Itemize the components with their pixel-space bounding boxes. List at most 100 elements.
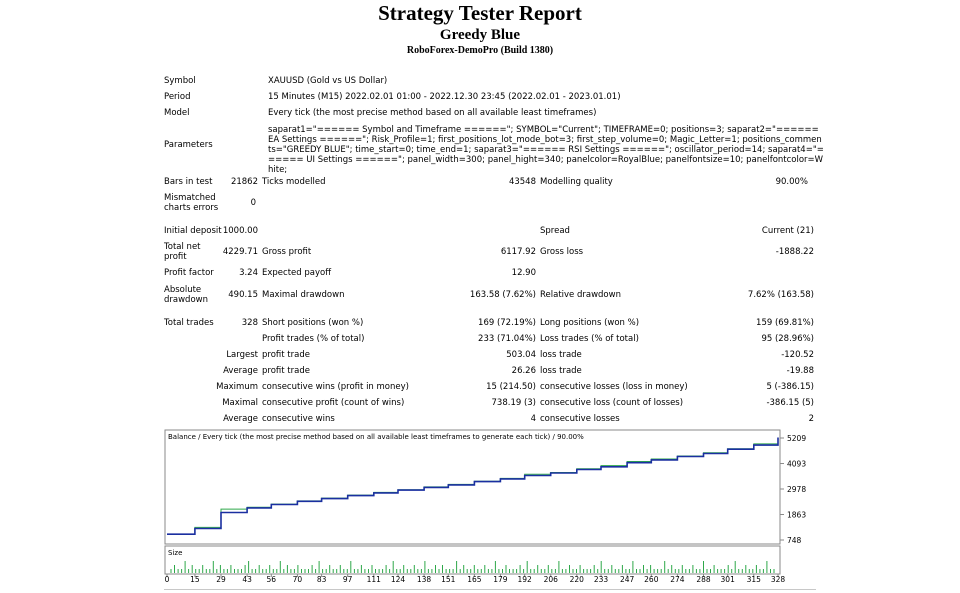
maximum-label: Maximum — [216, 382, 258, 392]
maximal-label: Maximal — [222, 398, 258, 408]
xtick-label: 0 — [165, 575, 170, 583]
xtick-label: 111 — [367, 575, 382, 583]
average-loss-label: loss trade — [540, 366, 582, 376]
ticks-value: 43548 — [508, 177, 536, 187]
ticks-label: Ticks modelled — [262, 177, 326, 187]
grossprofit-value: 6117.92 — [500, 247, 536, 257]
long-label: Long positions (won %) — [540, 318, 640, 328]
largest-profit-value: 503.04 — [506, 350, 536, 360]
xtick-label: 70 — [293, 575, 303, 583]
ytick-label: 2978 — [787, 485, 806, 494]
ytick-label: 4093 — [787, 460, 806, 469]
grossloss-value: -1888.22 — [775, 247, 814, 257]
xtick-label: 124 — [391, 575, 406, 583]
short-value: 169 (72.19%) — [478, 318, 536, 328]
max-wins-label: consecutive wins (profit in money) — [262, 382, 409, 392]
xtick-label: 192 — [517, 575, 532, 583]
avg-losses-value: 2 — [808, 414, 814, 424]
spread-value: Current (21) — [761, 226, 814, 236]
long-value: 159 (69.81%) — [756, 318, 814, 328]
payoff-label: Expected payoff — [262, 268, 332, 278]
xtick-label: 43 — [242, 575, 252, 583]
maxdd-label: Maximal drawdown — [262, 290, 345, 300]
payoff-value: 12.90 — [511, 268, 536, 278]
netprofit-value: 4229.71 — [222, 247, 258, 257]
xtick-label: 233 — [594, 575, 609, 583]
mismatched-value: 0 — [250, 198, 256, 208]
avg-wins-value: 4 — [530, 414, 536, 424]
largest-loss-value: -120.52 — [781, 350, 814, 360]
spread-label: Spread — [540, 226, 570, 236]
bars-value: 21862 — [230, 177, 258, 187]
balance-plot-frame — [164, 429, 781, 545]
absdd-value: 490.15 — [228, 290, 258, 300]
netprofit-label-1: Total net — [164, 242, 201, 252]
symbol-value: XAUUSD (Gold vs US Dollar) — [268, 76, 388, 86]
quality-value: 90.00% — [775, 177, 808, 187]
max-wins-value: 15 (214.50) — [486, 382, 536, 392]
xtick-label: 315 — [747, 575, 762, 583]
largest-label: Largest — [226, 350, 258, 360]
xtick-label: 288 — [696, 575, 711, 583]
absdd-label-2: drawdown — [164, 295, 208, 305]
average-loss-value: -19.88 — [786, 366, 814, 376]
quality-label: Modelling quality — [540, 177, 613, 187]
maximal-loss-value: -386.15 (5) — [766, 398, 814, 408]
period-label: Period — [164, 92, 191, 102]
size-plot-frame — [164, 545, 781, 575]
model-value: Every tick (the most precise method base… — [268, 108, 597, 118]
trades-value: 328 — [241, 318, 258, 328]
parameters-label: Parameters — [164, 140, 213, 150]
avg-wins-label: consecutive wins — [262, 414, 335, 424]
pfactor-value: 3.24 — [239, 268, 258, 278]
average-profit-value: 26.26 — [511, 366, 536, 376]
absdd-label-1: Absolute — [164, 285, 202, 295]
average2-label: Average — [223, 414, 258, 424]
netprofit-label-2: profit — [164, 252, 187, 262]
xtick-label: 29 — [216, 575, 226, 583]
xtick-label: 97 — [343, 575, 353, 583]
size-label: Size — [168, 549, 182, 557]
ytick-label: 5209 — [787, 434, 806, 443]
xtick-label: 151 — [441, 575, 456, 583]
largest-profit-label: profit trade — [262, 350, 310, 360]
xtick-label: 260 — [644, 575, 659, 583]
max-losses-label: consecutive losses (loss in money) — [540, 382, 688, 392]
bars-label: Bars in test — [164, 177, 213, 187]
profittrades-value: 233 (71.04%) — [478, 334, 536, 344]
trades-label: Total trades — [164, 318, 214, 328]
xtick-label: 206 — [544, 575, 559, 583]
average-label: Average — [223, 366, 258, 376]
ytick-label: 1863 — [787, 511, 806, 520]
xtick-label: 274 — [670, 575, 685, 583]
xtick-label: 247 — [620, 575, 635, 583]
xtick-label: 83 — [317, 575, 327, 583]
model-label: Model — [164, 108, 190, 118]
report-build: RoboForex-DemoPro (Build 1380) — [406, 45, 554, 56]
mismatched-label-2: charts errors — [164, 203, 219, 213]
deposit-value: 1000.00 — [222, 226, 258, 236]
maximal-loss-label: consecutive loss (count of losses) — [540, 398, 684, 408]
parameters-value: saparat1="====== Symbol and Timeframe ==… — [268, 125, 824, 175]
avg-losses-label: consecutive losses — [540, 414, 620, 424]
balance-chart: Balance / Every tick (the most precise m… — [164, 429, 818, 583]
losstrades-value: 95 (28.96%) — [761, 334, 814, 344]
xtick-label: 56 — [267, 575, 277, 583]
maximal-profit-label: consecutive profit (count of wins) — [262, 398, 405, 408]
reldd-value: 7.62% (163.58) — [747, 290, 814, 300]
chart-title: Balance / Every tick (the most precise m… — [168, 433, 584, 441]
maxdd-value: 163.58 (7.62%) — [469, 290, 536, 300]
report-title: Strategy Tester Report — [378, 1, 582, 25]
max-losses-value: 5 (-386.15) — [766, 382, 814, 392]
period-value: 15 Minutes (M15) 2022.02.01 01:00 - 2022… — [268, 92, 621, 102]
losstrades-label: Loss trades (% of total) — [540, 334, 639, 344]
xtick-label: 301 — [721, 575, 736, 583]
report-subtitle: Greedy Blue — [439, 27, 521, 43]
profittrades-label: Profit trades (% of total) — [262, 334, 365, 344]
ytick-label: 748 — [787, 536, 802, 545]
balance-chart-svg: Balance / Every tick (the most precise m… — [164, 429, 806, 583]
xtick-label: 15 — [190, 575, 200, 583]
symbol-label: Symbol — [164, 76, 196, 86]
xtick-label: 220 — [570, 575, 585, 583]
short-label: Short positions (won %) — [262, 318, 364, 328]
